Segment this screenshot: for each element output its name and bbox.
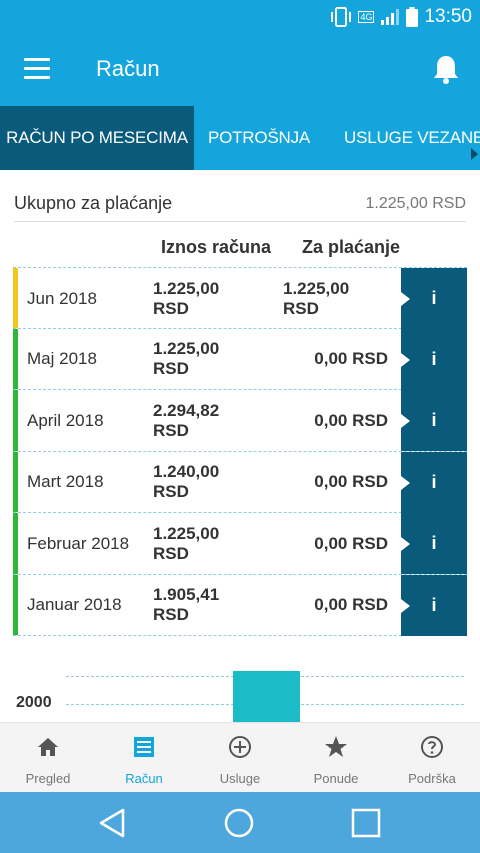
back-icon[interactable] <box>96 807 128 839</box>
bill-amount: 1.225,00 RSD <box>153 278 220 318</box>
info-icon: i <box>431 594 437 615</box>
bill-amount: 1.225,00 RSD <box>153 339 220 378</box>
system-nav-bar <box>0 792 480 853</box>
bill-month: Januar 2018 <box>27 595 122 614</box>
info-button[interactable]: i <box>401 574 467 636</box>
bill-to-pay: 0,00 RSD <box>314 410 388 430</box>
total-summary: Ukupno za plaćanje 1.225,00 RSD <box>14 186 466 222</box>
status-indicator <box>13 574 18 635</box>
bill-row: April 2018 2.294,82 RSD 0,00 RSD i <box>13 390 467 452</box>
summary-label: Ukupno za plaćanje <box>14 193 173 213</box>
bill-month: April 2018 <box>27 410 104 430</box>
bill-month: Februar 2018 <box>27 533 130 553</box>
bill-to-pay: 0,00 RSD <box>314 349 388 368</box>
info-button[interactable]: i <box>401 390 467 451</box>
info-icon: i <box>431 471 437 492</box>
summary-value: 1.225,00 RSD <box>365 194 466 212</box>
nav-item-podrska[interactable]: Podrška <box>384 723 480 793</box>
app-bar: Račun <box>0 34 480 106</box>
nav-item-usluge[interactable]: Usluge <box>192 723 288 793</box>
status-bar: 4G 13:50 <box>0 0 480 34</box>
status-indicator <box>13 268 18 328</box>
recent-apps-icon[interactable] <box>350 807 382 839</box>
bottom-nav: Pregled Račun Usluge Ponude Podrška <box>0 722 480 792</box>
chart-y-tick-label: 2000 <box>16 694 52 711</box>
bill-row: Mart 2018 1.240,00 RSD 0,00 RSD i <box>13 451 467 513</box>
status-time: 13:50 <box>424 6 472 27</box>
status-indicator <box>13 390 18 451</box>
tab-potrosnja[interactable]: POTROŠNJA <box>194 106 324 170</box>
column-header-to-pay: Za plaćanje <box>302 237 401 257</box>
tab-usluge-vezane[interactable]: USLUGE VEZANE ZA <box>324 106 480 170</box>
info-button[interactable]: i <box>401 328 467 390</box>
bill-amount: 1.240,00 RSD <box>153 462 220 501</box>
bill-row: Jun 2018 1.225,00 RSD 1.225,00 RSD i <box>13 267 467 329</box>
bill-to-pay: 0,00 RSD <box>314 472 388 491</box>
nav-item-racun[interactable]: Račun <box>96 723 192 793</box>
nav-label: Ponude <box>313 771 359 786</box>
bell-icon[interactable] <box>432 54 460 84</box>
network-type-icon: 4G <box>358 11 375 23</box>
info-icon: i <box>431 410 437 430</box>
info-icon: i <box>431 533 437 553</box>
bill-amount: 1.225,00 RSD <box>153 523 220 563</box>
status-indicator <box>13 451 18 512</box>
bill-icon <box>134 737 154 757</box>
home-circle-icon[interactable] <box>223 807 255 839</box>
tab-scroll-arrow-icon[interactable] <box>471 148 478 160</box>
info-icon: i <box>431 348 437 369</box>
bill-amount: 1.905,41 RSD <box>153 585 220 624</box>
nav-label: Pregled <box>25 771 71 786</box>
chart-bar[interactable] <box>233 671 300 722</box>
home-icon <box>38 738 58 756</box>
bill-row: Maj 2018 1.225,00 RSD 0,00 RSD i <box>13 328 467 390</box>
bill-month: Jun 2018 <box>27 288 97 308</box>
nav-item-pregled[interactable]: Pregled <box>0 723 96 793</box>
bill-row: Januar 2018 1.905,41 RSD 0,00 RSD i <box>13 574 467 636</box>
nav-label: Račun <box>125 771 163 786</box>
column-header-amount: Iznos računa <box>161 237 272 257</box>
signal-icon <box>381 9 400 25</box>
page-title: Račun <box>96 56 160 81</box>
help-circle-icon <box>421 736 443 758</box>
nav-label: Podrška <box>408 771 456 786</box>
nav-item-ponude[interactable]: Ponude <box>288 723 384 793</box>
info-button[interactable]: i <box>401 268 467 329</box>
bill-month: Maj 2018 <box>27 349 97 368</box>
status-icons: 4G 13:50 <box>330 6 472 28</box>
vibrate-icon <box>331 7 352 27</box>
tab-bar: RAČUN PO MESECIMA POTROŠNJA USLUGE VEZAN… <box>0 106 480 170</box>
bill-to-pay: 0,00 RSD <box>314 533 388 553</box>
status-indicator <box>13 513 18 574</box>
bill-list: Jun 2018 1.225,00 RSD 1.225,00 RSD i Maj… <box>13 267 467 636</box>
battery-icon <box>406 7 419 27</box>
menu-icon[interactable] <box>24 58 50 80</box>
bill-chart: 2000 <box>0 660 480 722</box>
bill-row: Februar 2018 1.225,00 RSD 0,00 RSD i <box>13 513 467 575</box>
info-button[interactable]: i <box>401 451 467 513</box>
bill-to-pay: 0,00 RSD <box>314 595 388 614</box>
tab-racun-po-mesecima[interactable]: RAČUN PO MESECIMA <box>0 106 194 170</box>
nav-label: Usluge <box>219 771 261 786</box>
info-icon: i <box>431 288 437 308</box>
info-button[interactable]: i <box>401 513 467 574</box>
bill-month: Mart 2018 <box>27 472 104 491</box>
star-icon <box>325 736 347 757</box>
plus-circle-icon <box>229 736 251 758</box>
bill-amount: 2.294,82 RSD <box>153 400 220 440</box>
status-indicator <box>13 328 18 389</box>
bill-to-pay: 1.225,00 RSD <box>283 278 350 318</box>
